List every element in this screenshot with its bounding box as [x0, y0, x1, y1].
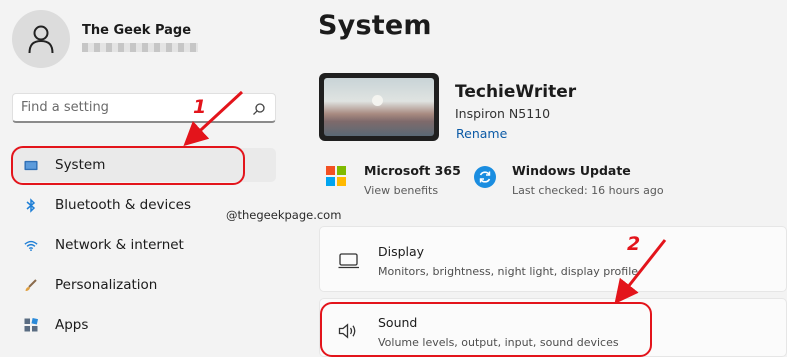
step-2-arrow: [614, 239, 667, 305]
step-1-arrow: [183, 90, 244, 147]
annotation-arrows: [183, 90, 667, 305]
